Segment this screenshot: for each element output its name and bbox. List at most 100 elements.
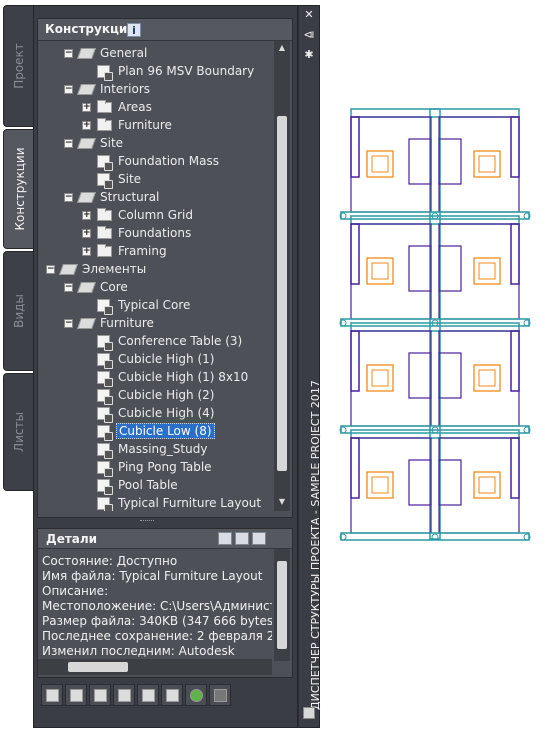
- details-vscroll-thumb[interactable]: [277, 561, 287, 649]
- toolbar-button[interactable]: [65, 684, 87, 706]
- construct-document-icon: [97, 335, 113, 351]
- toolbar-button[interactable]: [41, 684, 63, 706]
- details-line: Размер файла: 340KB (347 666 bytes): [42, 614, 272, 628]
- preview-icon[interactable]: [235, 532, 249, 545]
- panel-splitter[interactable]: [140, 520, 154, 523]
- tree-node[interactable]: Cubicle High (1) 8x10: [38, 369, 272, 387]
- tree-node[interactable]: Typical Furniture Layout: [38, 495, 272, 511]
- tree-node-label: Ping Pong Table: [118, 460, 212, 474]
- bottom-toolbar: [37, 680, 293, 710]
- tab-views[interactable]: Виды: [3, 251, 33, 371]
- tree-node[interactable]: Cubicle Low (8): [38, 423, 272, 441]
- tree-scrollbar[interactable]: ▲ ▼: [274, 41, 290, 511]
- chair-seat-right: [478, 369, 496, 387]
- collapse-icon[interactable]: −: [64, 319, 73, 328]
- chair-seat-right: [478, 155, 496, 173]
- autohide-icon[interactable]: ⧏: [302, 28, 316, 42]
- details-panel: Детали Состояние: Доступно Имя файла: Typ…: [37, 528, 293, 678]
- expand-icon[interactable]: +: [82, 211, 91, 220]
- constructions-panel: Конструкции i − General Plan 96 MSV Bounda…: [37, 18, 293, 518]
- chair-seat-left: [371, 262, 389, 280]
- tab-constructions-label: Конструкции: [12, 147, 27, 231]
- folder-open-icon: [76, 48, 97, 59]
- toolbar-button[interactable]: [209, 684, 231, 706]
- settings-icon[interactable]: ✱: [302, 48, 316, 62]
- tab-project[interactable]: Проект: [3, 5, 33, 127]
- close-icon[interactable]: ✕: [302, 8, 316, 22]
- chair-left: [366, 471, 394, 499]
- tree-node[interactable]: − Site: [38, 135, 272, 153]
- collapse-icon[interactable]: −: [64, 283, 73, 292]
- tree-node[interactable]: Site: [38, 171, 272, 189]
- collapse-icon[interactable]: −: [46, 265, 55, 274]
- toolbar-button[interactable]: [137, 684, 159, 706]
- details-hscrollbar[interactable]: [38, 659, 272, 675]
- scroll-down-icon[interactable]: ▼: [276, 497, 288, 507]
- construct-document-icon: [97, 443, 113, 459]
- chair-right: [473, 471, 501, 499]
- collapse-icon[interactable]: −: [64, 49, 73, 58]
- tree-node[interactable]: + Foundations: [38, 225, 272, 243]
- palette-menu-icon[interactable]: [303, 707, 315, 719]
- toolbar-button[interactable]: [185, 684, 207, 706]
- tree-node[interactable]: − General: [38, 45, 272, 63]
- tab-project-label: Проект: [11, 43, 26, 89]
- collapse-icon[interactable]: −: [64, 193, 73, 202]
- tree-node[interactable]: Cubicle High (1): [38, 351, 272, 369]
- collapse-icon[interactable]: −: [64, 85, 73, 94]
- details-title: Детали: [46, 532, 98, 546]
- tree-node[interactable]: − Interiors: [38, 81, 272, 99]
- expand-icon[interactable]: +: [82, 247, 91, 256]
- repath-icon: [214, 689, 227, 702]
- tree-node[interactable]: − Furniture: [38, 315, 272, 333]
- tree-node[interactable]: Cubicle High (4): [38, 405, 272, 423]
- info-icon[interactable]: i: [127, 23, 141, 37]
- cubicle-wall-right: [510, 437, 520, 499]
- tree-node[interactable]: Cubicle High (2): [38, 387, 272, 405]
- tree-node[interactable]: + Framing: [38, 243, 272, 261]
- desk-right: [438, 245, 462, 292]
- tree-node[interactable]: Ping Pong Table: [38, 459, 272, 477]
- tree-node-label: Cubicle High (2): [118, 388, 215, 402]
- tree-node[interactable]: Plan 96 MSV Boundary: [38, 63, 272, 81]
- details-hscroll-thumb[interactable]: [68, 662, 128, 672]
- desk-right: [438, 352, 462, 399]
- layer-icon[interactable]: [252, 532, 266, 545]
- scroll-up-icon[interactable]: ▲: [276, 43, 288, 53]
- tree-node-label: Foundation Mass: [118, 154, 220, 168]
- tab-sheets[interactable]: Листы: [3, 373, 33, 491]
- tree-node[interactable]: − Structural: [38, 189, 272, 207]
- tree-node-label: Site: [100, 136, 124, 150]
- collapse-icon[interactable]: −: [64, 139, 73, 148]
- toolbar-button[interactable]: [113, 684, 135, 706]
- tree-node-label: Framing: [118, 244, 167, 258]
- expand-icon[interactable]: +: [82, 103, 91, 112]
- toolbar-button[interactable]: [89, 684, 111, 706]
- tree-node[interactable]: Typical Core: [38, 297, 272, 315]
- details-vscrollbar[interactable]: [274, 549, 290, 661]
- tree-node-label: Элементы: [82, 262, 147, 276]
- tree-node[interactable]: + Furniture: [38, 117, 272, 135]
- details-view-icon[interactable]: [218, 532, 232, 545]
- tab-constructions[interactable]: Конструкции: [3, 129, 35, 249]
- construct-document-icon: [97, 425, 113, 441]
- tree-node[interactable]: + Column Grid: [38, 207, 272, 225]
- expand-icon[interactable]: +: [82, 229, 91, 238]
- constructions-header: Конструкции i: [38, 19, 292, 41]
- tree-node[interactable]: + Areas: [38, 99, 272, 117]
- new-construct-icon: [46, 689, 59, 702]
- tree-node[interactable]: − Core: [38, 279, 272, 297]
- construct-document-icon: [97, 479, 113, 495]
- tree-node[interactable]: Conference Table (3): [38, 333, 272, 351]
- tree-scroll-thumb[interactable]: [277, 116, 287, 471]
- tree-node[interactable]: − Элементы: [38, 261, 272, 279]
- tree-node-label: Core: [100, 280, 128, 294]
- tree-node[interactable]: Foundation Mass: [38, 153, 272, 171]
- chair-right: [473, 257, 501, 285]
- expand-icon[interactable]: +: [82, 121, 91, 130]
- toolbar-button[interactable]: [161, 684, 183, 706]
- tree-node[interactable]: Pool Table: [38, 477, 272, 495]
- tree-node-label: Typical Core: [118, 298, 191, 312]
- palette-vertical-title: ДИСПЕТЧЕР СТРУКТУРЫ ПРОЕКТА - SAMPLE PRO…: [309, 380, 322, 710]
- tree-node[interactable]: Massing_Study: [38, 441, 272, 459]
